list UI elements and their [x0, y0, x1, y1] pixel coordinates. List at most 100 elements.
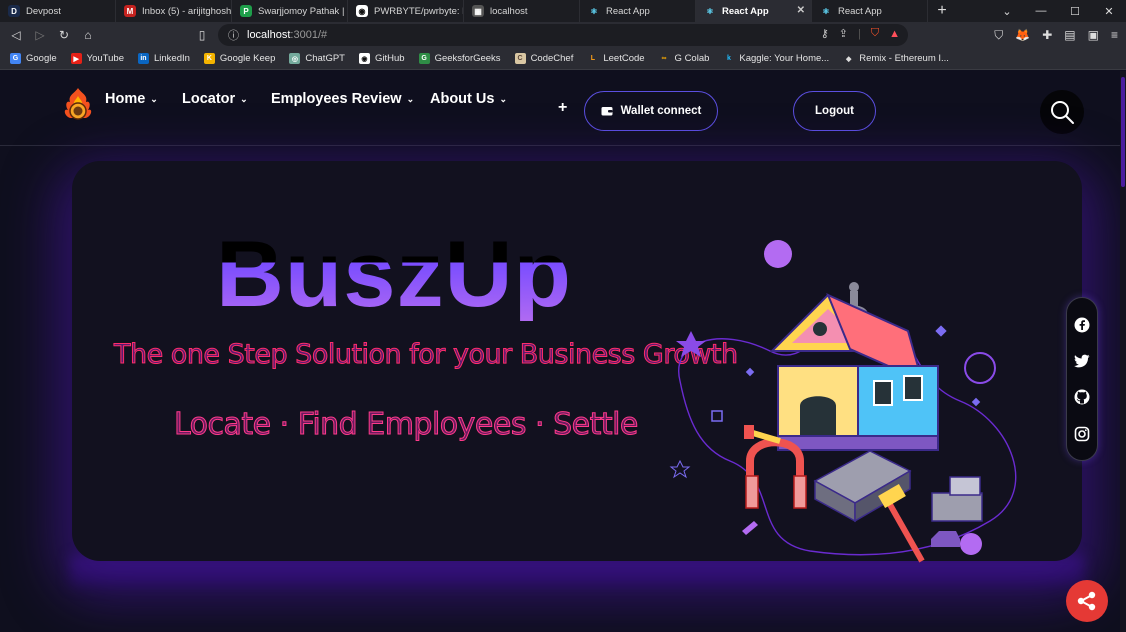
- address-bar-actions: ⚷ ⇪ | ⛉ ▲: [820, 27, 900, 40]
- brave-shield-icon[interactable]: ⛉: [871, 27, 879, 40]
- bookmark-leetcode[interactable]: L LeetCode: [587, 53, 645, 64]
- info-icon[interactable]: ⓘ: [228, 27, 239, 43]
- bookmark-remix[interactable]: ◆ Remix - Ethereum I...: [843, 53, 949, 64]
- browser-tab[interactable]: ◉ PWRBYTE/pwrbyte: Bu: [348, 0, 464, 22]
- site-navbar: Home ⌄ Locator ⌄ Employees Review ⌄ About U…: [0, 71, 1126, 146]
- page: Home ⌄ Locator ⌄ Employees Review ⌄ About U…: [0, 71, 1126, 632]
- browser-tab[interactable]: M Inbox (5) - arijitghosh1: [116, 0, 232, 22]
- search-icon: [1051, 101, 1074, 124]
- bookmark-icon[interactable]: ▯: [190, 23, 214, 47]
- p-icon: P: [240, 5, 252, 17]
- address-bar[interactable]: ⓘ localhost:3001/# ⚷ ⇪ | ⛉ ▲: [218, 24, 908, 46]
- browser-toolbar: ◁ ▷ ↻ ⌂ ▯ ⓘ localhost:3001/# ⚷ ⇪ | ⛉ ▲ ⛉…: [0, 22, 1126, 48]
- localhost-icon: ▦: [472, 5, 484, 17]
- react-icon: ⚛: [590, 6, 598, 16]
- remix-icon: ◆: [843, 53, 855, 64]
- keep-icon: K: [203, 53, 215, 64]
- facebook-icon[interactable]: [1074, 317, 1090, 333]
- house-illustration: [669, 240, 1017, 563]
- wallet-icon[interactable]: ▣: [1088, 28, 1099, 42]
- extensions-area: ⛉ 🦊 ✚ ▤ ▣ ≡: [994, 22, 1118, 48]
- bookmark-github[interactable]: ◉ GitHub: [358, 53, 405, 64]
- bookmark-colab[interactable]: ∞ G Colab: [658, 53, 709, 64]
- bookmark-youtube[interactable]: ▶ YouTube: [70, 53, 124, 64]
- close-icon[interactable]: ✕: [797, 5, 805, 16]
- bookmark-kaggle[interactable]: k Kaggle: Your Home...: [723, 53, 829, 64]
- leetcode-icon: L: [587, 53, 599, 64]
- github-icon[interactable]: [1074, 389, 1090, 405]
- instagram-icon[interactable]: [1074, 426, 1090, 442]
- minimize-button[interactable]: —: [1024, 0, 1058, 22]
- page-scrollbar[interactable]: [1120, 71, 1126, 632]
- github-icon: ◉: [358, 53, 370, 64]
- logout-button[interactable]: Logout: [793, 91, 876, 131]
- hero-tagline: The one Step Solution for your Business …: [114, 339, 739, 371]
- social-links: [1066, 297, 1098, 461]
- maximize-button[interactable]: ☐: [1058, 0, 1092, 22]
- linkedin-icon: in: [137, 53, 149, 64]
- nav-about-us[interactable]: About Us ⌄: [430, 91, 507, 107]
- wallet-icon: [601, 107, 613, 116]
- chatgpt-icon: ◎: [289, 53, 301, 64]
- browser-tab-active[interactable]: ⚛ React App ✕: [696, 0, 812, 22]
- browser-tab[interactable]: PSwarjjomoy Pathak | Po: [232, 0, 348, 22]
- nav-employees-review[interactable]: Employees Review ⌄: [271, 91, 414, 107]
- reload-button[interactable]: ↻: [52, 23, 76, 47]
- twitter-icon[interactable]: [1074, 354, 1090, 368]
- vpn-icon[interactable]: ⛉: [994, 28, 1003, 43]
- logo-icon[interactable]: [60, 86, 96, 122]
- window-controls: ⌄ — ☐ ✕: [990, 0, 1126, 22]
- url-host: localhost: [247, 29, 291, 41]
- github-icon: ◉: [356, 5, 368, 17]
- brand-title: BuszUp: [216, 221, 572, 326]
- browser-tab[interactable]: D Devpost: [0, 0, 116, 22]
- bookmark-geeksforgeeks[interactable]: G GeeksforGeeks: [418, 53, 501, 64]
- browser-tab[interactable]: ▦ localhost: [464, 0, 580, 22]
- chevron-down-icon: ⌄: [240, 93, 248, 104]
- home-button[interactable]: ⌂: [76, 23, 100, 47]
- nav-home[interactable]: Home ⌄: [105, 91, 158, 107]
- extensions-icon[interactable]: ✚: [1042, 28, 1052, 42]
- hero-subline: Locate · Find Employees · Settle: [174, 407, 639, 443]
- scrollbar-thumb[interactable]: [1121, 77, 1125, 187]
- bookmark-google-keep[interactable]: K Google Keep: [203, 53, 275, 64]
- brave-rewards-icon[interactable]: ▲: [889, 28, 900, 40]
- sidebar-icon[interactable]: ▤: [1064, 28, 1075, 42]
- nav-locator[interactable]: Locator ⌄: [182, 91, 248, 107]
- metamask-icon[interactable]: 🦊: [1015, 28, 1030, 42]
- gmail-icon: M: [124, 5, 136, 17]
- youtube-icon: ▶: [70, 53, 82, 64]
- google-icon: G: [10, 53, 21, 64]
- chevron-down-icon: ⌄: [499, 93, 507, 104]
- key-icon[interactable]: ⚷: [821, 27, 829, 40]
- search-button[interactable]: [1040, 90, 1084, 134]
- browser-tab[interactable]: ⚛ React App: [812, 0, 928, 22]
- chevron-down-icon: ⌄: [150, 93, 158, 104]
- share-button[interactable]: [1066, 580, 1108, 622]
- browser-tab[interactable]: ⚛ React App: [580, 0, 696, 22]
- menu-icon[interactable]: ≡: [1111, 28, 1118, 42]
- kaggle-icon: k: [723, 53, 735, 64]
- chevron-down-icon[interactable]: ⌄: [990, 0, 1024, 22]
- share-page-icon[interactable]: ⇪: [839, 27, 848, 40]
- codechef-icon: C: [514, 53, 526, 64]
- forward-button[interactable]: ▷: [28, 23, 52, 47]
- share-icon: [1077, 591, 1096, 611]
- new-tab-button[interactable]: +: [928, 0, 956, 22]
- url-path: :3001/#: [290, 29, 328, 41]
- close-window-button[interactable]: ✕: [1092, 0, 1126, 22]
- bookmark-codechef[interactable]: C CodeChef: [514, 53, 573, 64]
- chevron-down-icon: ⌄: [406, 93, 415, 104]
- colab-icon: ∞: [658, 53, 670, 64]
- bookmark-chatgpt[interactable]: ◎ ChatGPT: [289, 53, 345, 64]
- devpost-icon: D: [8, 5, 20, 17]
- gfg-icon: G: [418, 53, 430, 64]
- bookmark-google[interactable]: G Google: [10, 53, 57, 64]
- bookmark-linkedin[interactable]: in LinkedIn: [137, 53, 190, 64]
- react-icon: ⚛: [822, 6, 830, 16]
- back-button[interactable]: ◁: [4, 23, 28, 47]
- wallet-connect-button[interactable]: Wallet connect: [584, 91, 718, 131]
- bookmarks-bar: G Google ▶ YouTube in LinkedIn K Google Keep…: [0, 48, 1126, 70]
- add-button[interactable]: +: [558, 99, 567, 117]
- browser-tab-bar: D Devpost M Inbox (5) - arijitghosh1 P Swar…: [0, 0, 1126, 22]
